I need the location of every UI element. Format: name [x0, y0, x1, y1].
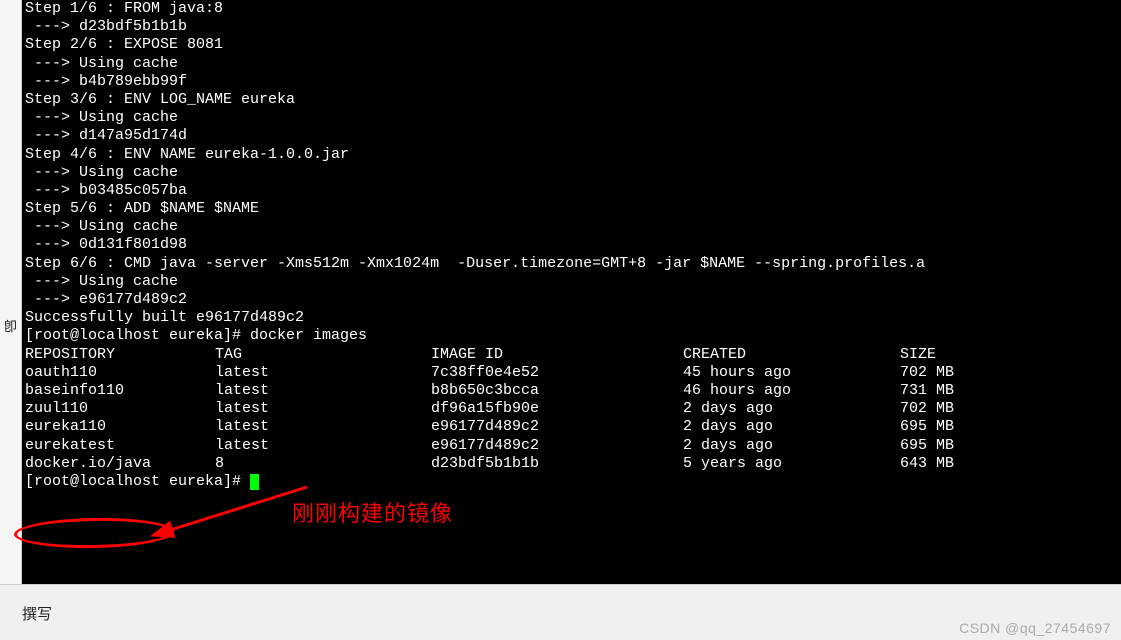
cursor-icon — [250, 474, 259, 490]
terminal-line: ---> e96177d489c2 — [25, 291, 1118, 309]
terminal-line: ---> 0d131f801d98 — [25, 236, 1118, 254]
compose-button[interactable]: 撰写 — [22, 603, 52, 624]
table-row: eurekatestlateste96177d489c22 days ago69… — [25, 437, 1118, 455]
gutter-char: 卽 — [4, 316, 17, 335]
terminal-line: ---> Using cache — [25, 164, 1118, 182]
table-row: docker.io/java8d23bdf5b1b1b5 years ago64… — [25, 455, 1118, 473]
terminal-line: Successfully built e96177d489c2 — [25, 309, 1118, 327]
terminal-line: Step 1/6 : FROM java:8 — [25, 0, 1118, 18]
terminal-line: ---> b03485c057ba — [25, 182, 1118, 200]
terminal-line: Step 6/6 : CMD java -server -Xms512m -Xm… — [25, 255, 1118, 273]
terminal-prompt[interactable]: [root@localhost eureka]# — [25, 473, 1118, 491]
left-gutter: 卽 — [0, 0, 22, 584]
bottom-strip: 撰写 — [0, 584, 1121, 640]
terminal-line: Step 3/6 : ENV LOG_NAME eureka — [25, 91, 1118, 109]
table-row: zuul110latestdf96a15fb90e2 days ago702 M… — [25, 400, 1118, 418]
terminal-line: Step 2/6 : EXPOSE 8081 — [25, 36, 1118, 54]
terminal-line: ---> d23bdf5b1b1b — [25, 18, 1118, 36]
watermark: CSDN @qq_27454697 — [959, 620, 1111, 636]
table-row: oauth110latest7c38ff0e4e5245 hours ago70… — [25, 364, 1118, 382]
table-row: baseinfo110latestb8b650c3bcca46 hours ag… — [25, 382, 1118, 400]
terminal-line: ---> Using cache — [25, 109, 1118, 127]
terminal-line: ---> d147a95d174d — [25, 127, 1118, 145]
terminal-line: ---> b4b789ebb99f — [25, 73, 1118, 91]
table-row: eureka110lateste96177d489c22 days ago695… — [25, 418, 1118, 436]
terminal-line: ---> Using cache — [25, 273, 1118, 291]
terminal-line: ---> Using cache — [25, 218, 1118, 236]
terminal-line: ---> Using cache — [25, 55, 1118, 73]
images-header: REPOSITORYTAGIMAGE IDCREATEDSIZE — [25, 346, 1118, 364]
terminal-line: [root@localhost eureka]# docker images — [25, 327, 1118, 345]
terminal-line: Step 5/6 : ADD $NAME $NAME — [25, 200, 1118, 218]
terminal-line: Step 4/6 : ENV NAME eureka-1.0.0.jar — [25, 146, 1118, 164]
terminal-output[interactable]: Step 1/6 : FROM java:8 ---> d23bdf5b1b1b… — [22, 0, 1121, 584]
